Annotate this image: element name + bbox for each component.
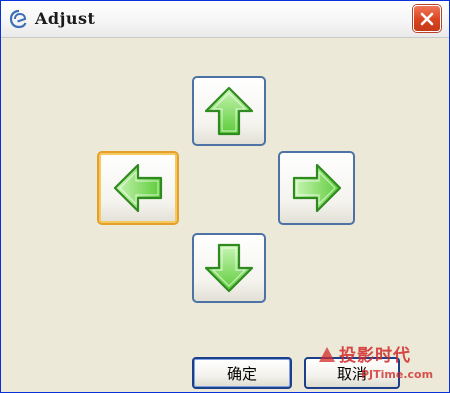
move-down-button[interactable] — [192, 233, 266, 303]
move-right-button[interactable] — [278, 151, 355, 225]
app-logo-icon — [9, 9, 29, 29]
close-icon — [420, 12, 434, 25]
arrow-right-icon — [292, 163, 341, 213]
title-bar[interactable]: Adjust — [1, 1, 449, 38]
adjust-dialog: Adjust 确定 取消 投影时代 PJTime.com — [0, 0, 450, 393]
arrow-left-icon — [113, 163, 163, 213]
close-button[interactable] — [413, 5, 441, 32]
ok-button[interactable]: 确定 — [192, 357, 292, 389]
arrow-up-icon — [204, 86, 254, 136]
window-title: Adjust — [35, 9, 96, 28]
move-up-button[interactable] — [192, 76, 266, 146]
arrow-down-icon — [204, 243, 254, 293]
move-left-button[interactable] — [97, 151, 179, 225]
cancel-button[interactable]: 取消 — [304, 357, 400, 389]
